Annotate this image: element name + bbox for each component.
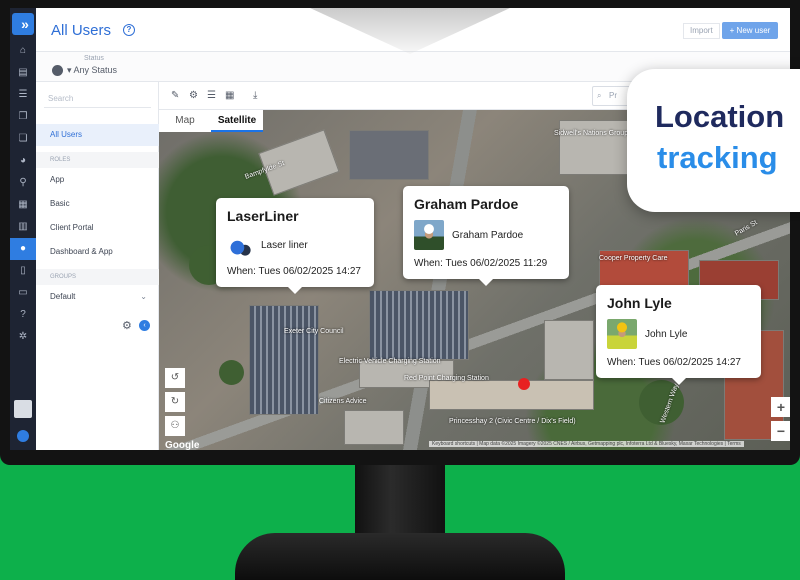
popup-title: Graham Pardoe — [414, 196, 519, 212]
rotate-left-icon[interactable]: ↺ — [165, 368, 185, 388]
popup-row: Laser liner — [227, 232, 363, 258]
icon-rail: » ⌂ ▤ ☰ ❐ ❏ ◕ ⚲ ▦ ▥ ● ▯ ▭ ? ✲ — [10, 8, 36, 450]
location-pin-icon[interactable]: ⚲ — [10, 172, 36, 194]
form-icon[interactable]: ▦ — [10, 194, 36, 216]
map-building — [429, 380, 594, 410]
notification-icon[interactable] — [17, 430, 29, 442]
import-button[interactable]: Import — [683, 23, 720, 39]
new-user-button[interactable]: + New user — [722, 22, 778, 39]
map-building — [249, 305, 319, 415]
place-label: Exeter City Council — [284, 328, 344, 335]
callout-line-2: tracking — [657, 140, 778, 175]
place-label: Cooper Property Care — [599, 255, 668, 262]
popup-subtitle: John Lyle — [645, 328, 688, 340]
app-logo-icon[interactable]: » — [12, 13, 34, 35]
settings-toolbar-icon[interactable]: ⚙ — [189, 90, 198, 101]
layers-icon[interactable]: ▤ — [10, 62, 36, 84]
sidebar-item-default[interactable]: Default ⌄ — [36, 286, 159, 308]
list-icon[interactable]: ☰ — [10, 84, 36, 106]
sidebar-item-all-users[interactable]: All Users — [36, 124, 159, 146]
place-label: Electric Vehicle Charging Station — [339, 358, 441, 365]
avatar[interactable] — [14, 400, 32, 418]
popup-timestamp: When: Tues 06/02/2025 14:27 — [227, 266, 361, 277]
map-type-tabs: Map Satellite — [159, 110, 263, 132]
machine-thumbnail — [227, 232, 253, 258]
rotate-right-icon[interactable]: ↻ — [165, 392, 185, 412]
map-tree — [219, 360, 244, 385]
worker-avatar — [607, 319, 637, 349]
sidebar-item-client-portal[interactable]: Client Portal — [36, 217, 159, 239]
map-building — [349, 130, 429, 180]
chevron-down-icon[interactable]: ⌄ — [140, 286, 147, 308]
page-title: All Users — [51, 22, 112, 39]
copy-icon[interactable]: ❐ — [10, 106, 36, 128]
tab-map[interactable]: Map — [159, 110, 211, 132]
place-label: Red Point Charging Station — [404, 375, 489, 382]
popup-subtitle: Laser liner — [261, 239, 308, 251]
eye-icon — [52, 65, 63, 76]
monitor-stand-base — [235, 533, 565, 580]
chart-icon[interactable]: ◕ — [10, 150, 36, 172]
collapse-icon[interactable]: ‹ — [139, 320, 150, 331]
book-icon[interactable]: ▥ — [10, 216, 36, 238]
map-building — [544, 320, 594, 380]
popup-title: John Lyle — [607, 295, 672, 311]
google-logo: Google — [165, 440, 200, 450]
edit-icon[interactable]: ✎ — [171, 90, 179, 101]
groups-heading: GROUPS — [36, 269, 159, 285]
popup-title: LaserLiner — [227, 208, 299, 224]
zoom-out-button[interactable]: − — [771, 421, 790, 441]
location-popup-graham[interactable]: Graham Pardoe Graham Pardoe When: Tues 0… — [403, 186, 569, 286]
help-icon[interactable]: ? — [123, 24, 135, 36]
sidebar-item-dashboard-app[interactable]: Dashboard & App — [36, 241, 159, 263]
people-icon[interactable]: ⚇ — [165, 416, 185, 436]
street-label: Paris St — [733, 219, 759, 238]
gear-icon[interactable]: ⚙ — [122, 319, 132, 332]
roles-heading: ROLES — [36, 152, 159, 168]
search-icon: ⌕ — [597, 91, 602, 100]
left-panel: Search All Users ROLES App Basic Client … — [36, 82, 159, 450]
worker-avatar — [414, 220, 444, 250]
location-popup-laserliner[interactable]: LaserLiner Laser liner When: Tues 06/02/… — [216, 198, 374, 294]
docs-icon[interactable]: ❏ — [10, 128, 36, 150]
monitor-stand-neck — [355, 465, 445, 535]
map-attribution[interactable]: Keyboard shortcuts | Map data ©2025 Imag… — [429, 441, 744, 447]
location-marker[interactable] — [518, 378, 530, 390]
place-label: Sidwell's Nations Group — [554, 130, 629, 137]
popup-row: John Lyle — [607, 319, 750, 349]
download-icon[interactable]: ⤓ — [253, 90, 257, 101]
zoom-in-button[interactable]: + — [771, 397, 790, 417]
settings-icon[interactable]: ✲ — [10, 326, 36, 348]
user-icon[interactable]: ● — [10, 238, 36, 260]
location-popup-john[interactable]: John Lyle John Lyle When: Tues 06/02/202… — [596, 285, 761, 385]
map-building — [344, 410, 404, 445]
sidebar-item-basic[interactable]: Basic — [36, 193, 159, 215]
popup-row: Graham Pardoe — [414, 220, 558, 250]
status-label: Status — [84, 55, 104, 62]
popup-subtitle: Graham Pardoe — [452, 229, 524, 241]
map-building — [369, 290, 469, 360]
map-building — [258, 129, 340, 196]
map-search-placeholder: Pr — [609, 91, 617, 100]
chat-icon[interactable]: ▭ — [10, 282, 36, 304]
popup-timestamp: When: Tues 06/02/2025 11:29 — [414, 258, 548, 269]
sidebar-search-input[interactable]: Search — [44, 90, 151, 108]
popup-timestamp: When: Tues 06/02/2025 14:27 — [607, 357, 741, 368]
home-icon[interactable]: ⌂ — [10, 40, 36, 62]
tab-satellite[interactable]: Satellite — [211, 110, 263, 132]
feature-callout: Location tracking — [627, 69, 800, 212]
status-value: Any Status — [73, 65, 118, 75]
list-view-icon[interactable]: ☰ — [207, 90, 216, 101]
place-label: Princesshay 2 (Civic Centre / Dix's Fiel… — [449, 418, 576, 425]
callout-line-1: Location — [655, 99, 785, 134]
device-icon[interactable]: ▯ — [10, 260, 36, 282]
status-dropdown[interactable]: ▾ Any Status — [67, 65, 117, 76]
table-view-icon[interactable]: ▦ — [225, 90, 234, 101]
place-label: Citizens Advice — [319, 398, 367, 405]
help-circle-icon[interactable]: ? — [10, 304, 36, 326]
group-default-label: Default — [50, 292, 76, 301]
sidebar-item-app[interactable]: App — [36, 169, 159, 191]
